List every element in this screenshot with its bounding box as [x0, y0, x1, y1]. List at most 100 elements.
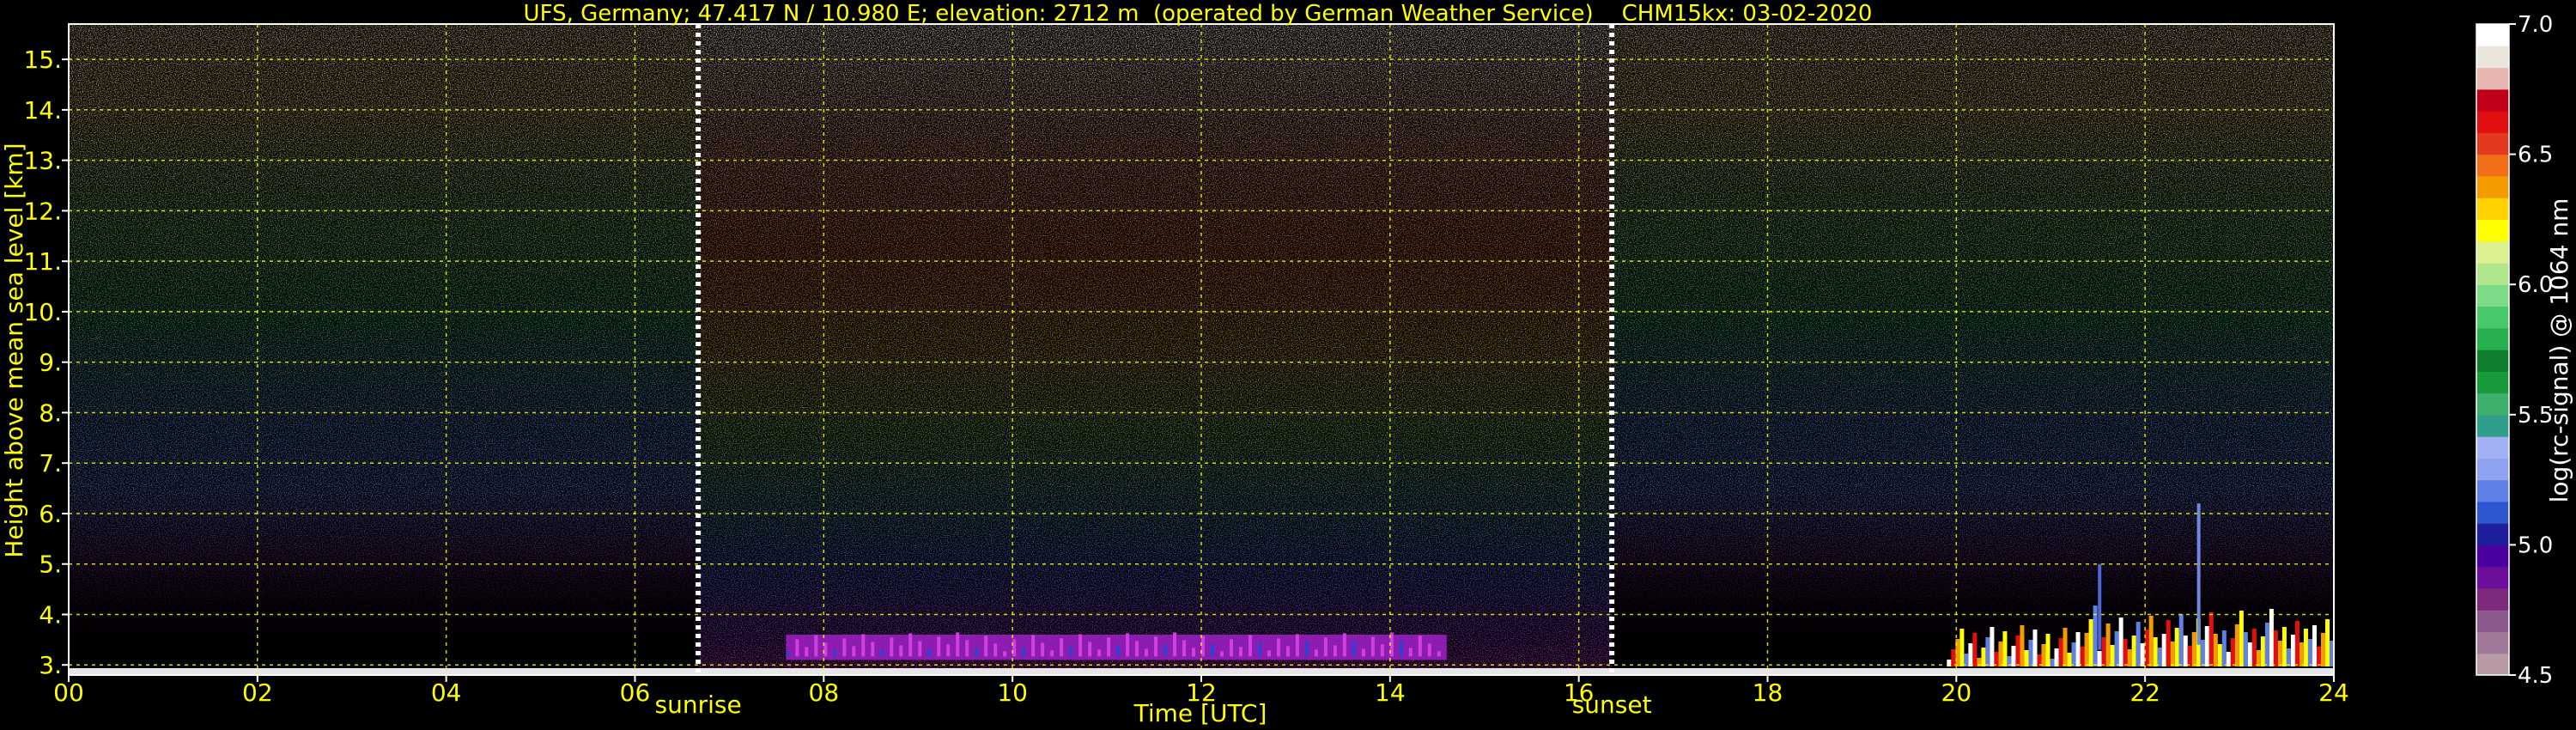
x-tick-label: 16	[1564, 678, 1595, 707]
cloud-return	[2075, 632, 2081, 666]
cloud-return	[1994, 652, 1999, 666]
cloud-return	[2002, 631, 2008, 666]
aerosol-streak	[1437, 651, 1441, 657]
aerosol-streak	[899, 645, 903, 657]
y-tick-label: 11.	[23, 247, 62, 276]
cloud-return	[2187, 646, 2192, 666]
colorbar-swatch	[2476, 46, 2509, 69]
colorbar-swatch	[2476, 262, 2509, 285]
y-tick-label: 9.	[39, 349, 62, 377]
colorbar-swatch	[2476, 67, 2509, 90]
cloud-return	[2239, 611, 2244, 666]
aerosol-streak	[1210, 643, 1214, 657]
colorbar-tick-label: 4.5	[2518, 663, 2553, 689]
aerosol-streak	[975, 648, 979, 657]
cloud-return	[2294, 621, 2300, 666]
cloud-return	[2299, 642, 2304, 666]
colorbar-swatch	[2476, 24, 2509, 46]
aerosol-streak	[918, 641, 922, 657]
cloud-return	[1951, 649, 1956, 666]
cloud-return	[2307, 639, 2312, 666]
aerosol-streak	[956, 632, 960, 657]
cloud-return	[2213, 634, 2218, 666]
aerosol-streak	[1276, 638, 1280, 657]
aerosol-streak	[871, 642, 875, 657]
cloud-return	[2032, 630, 2038, 666]
cloud-return	[2136, 622, 2141, 666]
colorbar-swatch	[2476, 458, 2509, 481]
colorbar-swatch	[2476, 327, 2509, 350]
aerosol-streak	[1088, 642, 1092, 657]
aerosol-streak	[984, 636, 988, 657]
cloud-return	[2312, 625, 2317, 666]
aerosol-streak	[1342, 633, 1346, 657]
cloud-return	[2101, 637, 2106, 666]
cloud-return	[2251, 629, 2257, 666]
cloud-return	[2045, 634, 2050, 666]
cloud-plume	[2196, 503, 2201, 645]
aerosol-streak	[1408, 648, 1413, 657]
aerosol-streak	[1238, 647, 1242, 657]
y-tick-label: 8.	[39, 398, 62, 427]
colorbar-tick-label: 6.5	[2518, 143, 2553, 168]
aerosol-streak	[1097, 649, 1102, 657]
cloud-return	[1959, 629, 1965, 666]
cloud-return	[2303, 629, 2308, 666]
x-tick-label: 18	[1753, 678, 1783, 707]
aerosol-streak	[1145, 648, 1149, 657]
cloud-return	[1998, 642, 2003, 666]
aerosol-streak	[1248, 635, 1252, 657]
cloud-plume	[2098, 563, 2102, 650]
y-tick-label: 15.	[23, 46, 62, 74]
colorbar-swatch	[2476, 132, 2509, 155]
cloud-return	[2054, 648, 2059, 666]
aerosol-streak	[1078, 634, 1083, 657]
x-tick-label: 20	[1941, 678, 1972, 707]
cloud-return	[1981, 648, 1986, 666]
colorbar-swatch	[2476, 501, 2509, 524]
aerosol-streak	[786, 651, 790, 657]
cloud-return	[2020, 625, 2025, 666]
aerosol-streak	[805, 647, 809, 657]
aerosol-streak	[1314, 649, 1318, 657]
aerosol-streak	[833, 650, 837, 657]
x-tick-label: 14	[1375, 678, 1406, 707]
cloud-return	[2260, 636, 2265, 666]
x-tick-label: 10	[997, 678, 1028, 707]
colorbar-swatch	[2476, 653, 2509, 676]
cloud-return	[2290, 635, 2295, 666]
y-tick-label: 13.	[23, 147, 62, 175]
aerosol-streak	[927, 648, 932, 657]
cloud-return	[2166, 620, 2171, 666]
aerosol-streak	[1229, 639, 1233, 657]
cloud-return	[1972, 633, 1978, 666]
colorbar-swatch	[2476, 566, 2509, 589]
cloud-return	[2286, 648, 2291, 666]
cloud-return	[2277, 641, 2282, 666]
colorbar: 4.55.05.56.06.57.0	[2476, 12, 2553, 689]
cloud-return	[2217, 644, 2222, 666]
aerosol-streak	[1012, 639, 1017, 657]
cloud-return	[2140, 643, 2145, 666]
cloud-return	[2281, 627, 2287, 666]
aerosol-streak	[1257, 642, 1261, 657]
y-tick-label: 6.	[39, 500, 62, 528]
colorbar-label: log(rc-signal) @ 1064 nm	[2545, 198, 2573, 503]
colorbar-tick-label: 7.0	[2518, 12, 2553, 38]
aerosol-streak	[1323, 637, 1327, 657]
aerosol-streak	[1041, 642, 1045, 657]
cloud-return	[2226, 652, 2231, 666]
aerosol-streak	[1022, 647, 1026, 657]
cloud-return	[2058, 638, 2063, 666]
aerosol-streak	[1003, 651, 1007, 657]
colorbar-swatch	[2476, 523, 2509, 545]
aerosol-streak	[993, 643, 998, 657]
aerosol-streak	[795, 639, 799, 657]
cloud-return	[2063, 628, 2068, 666]
aerosol-streak	[1285, 646, 1290, 657]
aerosol-streak	[1333, 645, 1337, 657]
x-axis-label: Time [UTC]	[1133, 699, 1267, 727]
cloud-return	[2071, 642, 2076, 666]
aerosol-streak	[1031, 635, 1036, 657]
y-tick-label: 12.	[23, 197, 62, 225]
